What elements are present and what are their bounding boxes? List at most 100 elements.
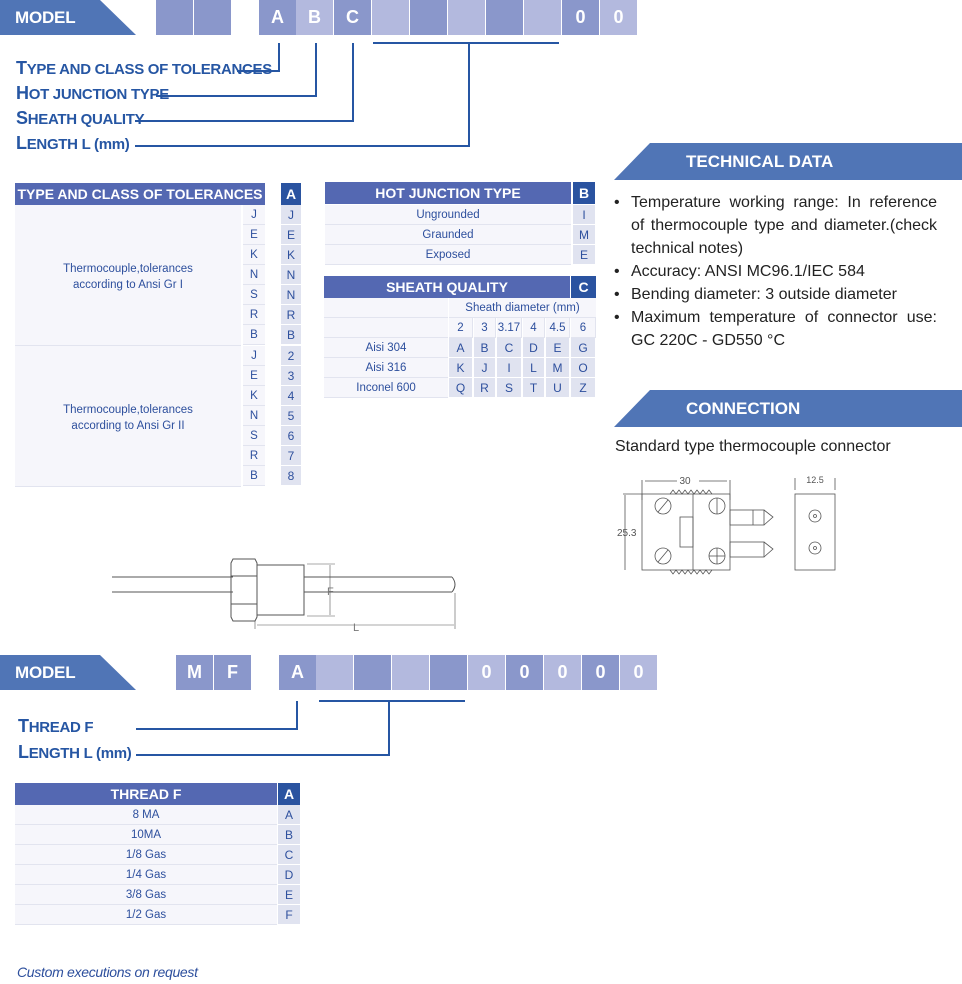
sheath-code-header: C xyxy=(571,276,596,298)
thread-code-cell: E xyxy=(278,885,300,905)
thread-row-label: 1/8 Gas xyxy=(15,845,277,865)
hot-junction-header: HOT JUNCTION TYPE xyxy=(325,182,571,204)
model-box xyxy=(410,0,447,35)
sheath-diameter-cell: 3 xyxy=(474,318,496,338)
leader-line xyxy=(156,95,317,97)
description-line: according to Ansi Gr II xyxy=(71,420,185,432)
sheath-material-label: Inconel 600 xyxy=(324,378,448,398)
sheath-code-cell: U xyxy=(546,378,570,398)
tolerance-type-cell: B xyxy=(243,466,265,486)
model-box-f: F xyxy=(214,655,251,690)
sheath-header: SHEATH QUALITY xyxy=(324,276,570,298)
legend-sheath-quality: SHEATH QUALITY xyxy=(16,108,145,128)
tolerance-group-description: Thermocouple,tolerances according to Ansi… xyxy=(15,205,241,346)
connection-title: CONNECTION xyxy=(686,399,801,418)
leader-line xyxy=(135,120,354,122)
tolerance-code-cell: K xyxy=(281,245,301,265)
leader-line xyxy=(319,700,465,702)
legend-length: LENGTH L (mm) xyxy=(18,742,132,762)
model-box xyxy=(486,0,523,35)
model-box-a: A xyxy=(259,0,296,35)
model-box-c: C xyxy=(334,0,371,35)
thread-row-label: 3/8 Gas xyxy=(15,885,277,905)
hot-junction-code-cell: M xyxy=(573,225,595,245)
sheath-code-cell: G xyxy=(571,338,596,358)
tolerance-type-cell: E xyxy=(243,366,265,386)
tolerance-type-cell: N xyxy=(243,406,265,426)
tolerance-code-cell: 4 xyxy=(281,386,301,406)
model-label: MODEL xyxy=(15,663,76,682)
model-box: 0 xyxy=(600,0,637,35)
leader-line xyxy=(388,700,390,755)
thread-row-label: 10MA xyxy=(15,825,277,845)
description-line: Thermocouple,tolerances xyxy=(63,263,193,275)
tolerance-code-cell: 6 xyxy=(281,426,301,446)
sheath-code-cell: C xyxy=(497,338,522,358)
tolerance-code-cell: 2 xyxy=(281,346,301,366)
leader-line xyxy=(278,43,280,71)
tolerance-type-cell: S xyxy=(243,426,265,446)
model-label: MODEL xyxy=(15,8,76,27)
sheath-code-cell: S xyxy=(497,378,522,398)
sheath-material-label: Aisi 316 xyxy=(324,358,448,378)
thread-label: F xyxy=(327,586,334,598)
tolerance-type-cell: K xyxy=(243,245,265,265)
sheath-diameter-header: Sheath diameter (mm) xyxy=(449,298,596,318)
model-box: 0 xyxy=(582,655,619,690)
technical-item: Maximum temperature of connector use: GC… xyxy=(614,306,937,352)
hot-junction-row-label: Ungrounded xyxy=(325,205,571,225)
leader-line xyxy=(135,145,470,147)
dim-depth: 12.5 xyxy=(806,475,824,485)
sheath-code-cell: E xyxy=(546,338,570,358)
thread-code-cell: F xyxy=(278,905,300,925)
leader-line xyxy=(136,728,298,730)
thread-header: THREAD F xyxy=(15,783,277,805)
model-box: 0 xyxy=(562,0,599,35)
model-box xyxy=(392,655,429,690)
sheath-code-cell: J xyxy=(474,358,496,378)
tolerance-code-cell: R xyxy=(281,305,301,325)
sheath-code-cell: K xyxy=(449,358,473,378)
model-tag: MODEL xyxy=(0,0,136,35)
tolerance-type-cell: S xyxy=(243,285,265,305)
thread-code-cell: B xyxy=(278,825,300,845)
model-box xyxy=(194,0,231,35)
legend-hot-junction: HOT JUNCTION TYPE xyxy=(16,83,169,103)
sheath-code-cell: B xyxy=(474,338,496,358)
model-box xyxy=(372,0,409,35)
legend-thread: THREAD F xyxy=(18,716,94,736)
thread-code-cell: D xyxy=(278,865,300,885)
leader-line xyxy=(468,42,470,146)
sheath-blank-cell xyxy=(324,298,448,318)
probe-drawing: F L xyxy=(112,558,456,634)
tolerance-type-cell: N xyxy=(243,265,265,285)
tolerance-code-cell: 5 xyxy=(281,406,301,426)
tolerance-type-cell: K xyxy=(243,386,265,406)
technical-item: Accuracy: ANSI MC96.1/IEC 584 xyxy=(614,260,937,283)
model-box-b: B xyxy=(296,0,333,35)
leader-line xyxy=(352,43,354,121)
connection-header: CONNECTION xyxy=(614,390,962,427)
tolerance-code-cell: J xyxy=(281,205,301,225)
hot-junction-code-cell: E xyxy=(573,245,595,265)
sheath-code-cell: M xyxy=(546,358,570,378)
description-line: Thermocouple,tolerances xyxy=(63,404,193,416)
thread-code-cell: C xyxy=(278,845,300,865)
legend-type-tolerances: TYPE AND CLASS OF TOLERANCES xyxy=(16,58,272,78)
sheath-code-cell: Z xyxy=(571,378,596,398)
tolerance-code-cell: 3 xyxy=(281,366,301,386)
technical-item: Temperature working range: In reference … xyxy=(614,191,937,260)
thread-row-label: 8 MA xyxy=(15,805,277,825)
sheath-code-cell: O xyxy=(571,358,596,378)
thread-row-label: 1/2 Gas xyxy=(15,905,277,925)
tolerance-code-cell: B xyxy=(281,325,301,345)
sheath-code-cell: D xyxy=(523,338,545,358)
tolerance-type-cell: B xyxy=(243,325,265,345)
sheath-diameter-cell: 3.17 xyxy=(497,318,522,338)
hot-junction-code-cell: I xyxy=(573,205,595,225)
tolerance-type-cell: E xyxy=(243,225,265,245)
model-box: 0 xyxy=(620,655,657,690)
technical-data-header: TECHNICAL DATA xyxy=(614,143,962,180)
model-box: 0 xyxy=(506,655,543,690)
hot-junction-row-label: Graunded xyxy=(325,225,571,245)
